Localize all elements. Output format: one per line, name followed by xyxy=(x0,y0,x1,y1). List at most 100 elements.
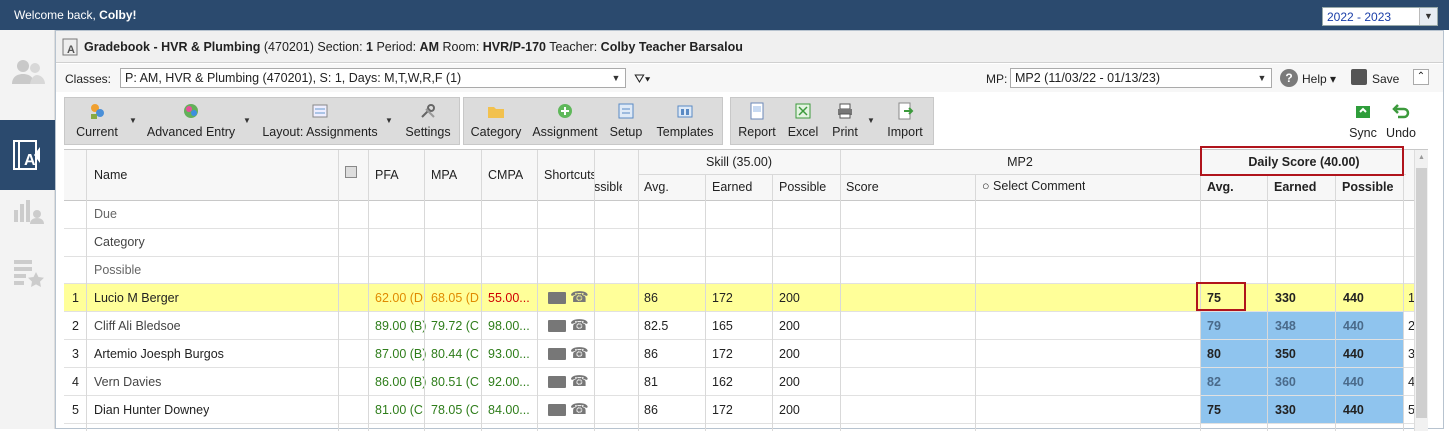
import-button[interactable]: Import xyxy=(881,100,929,144)
contact-card-icon[interactable] xyxy=(548,292,566,304)
col-header-skill-possible[interactable]: Possible xyxy=(779,180,826,194)
chevron-down-icon[interactable]: ▼ xyxy=(1253,69,1271,87)
student-name[interactable]: Cliff Ali Bledsoe xyxy=(94,319,181,333)
phone-icon[interactable]: ☎ xyxy=(570,316,589,334)
daily-possible[interactable]: 440 xyxy=(1336,396,1403,424)
phone-icon[interactable]: ☎ xyxy=(570,288,589,306)
student-name[interactable]: Lucio M Berger xyxy=(94,291,179,305)
welcome-text: Welcome back, Colby! xyxy=(14,8,137,22)
gradebook-panel: A Gradebook - HVR & Plumbing (470201) Se… xyxy=(55,30,1444,431)
users-icon[interactable] xyxy=(10,54,46,90)
contact-card-icon[interactable] xyxy=(548,376,566,388)
col-header-daily-earned[interactable]: Earned xyxy=(1274,180,1316,194)
rubric-star-icon[interactable] xyxy=(10,256,46,292)
contact-card-icon[interactable] xyxy=(548,320,566,332)
daily-avg[interactable]: 80 xyxy=(1200,340,1267,368)
chevron-down-icon[interactable]: ▼ xyxy=(607,69,625,87)
chevron-down-icon[interactable]: ▼ xyxy=(1419,8,1437,25)
advanced-dropdown-icon[interactable]: ▼ xyxy=(243,116,251,125)
category-button[interactable]: Category xyxy=(468,100,524,144)
row-number: 3 xyxy=(72,347,79,361)
cmpa-grade: 84.00... xyxy=(488,403,530,417)
classes-select[interactable]: P: AM, HVR & Plumbing (470201), S: 1, Da… xyxy=(120,68,626,88)
print-button[interactable]: Print xyxy=(827,100,863,144)
meta-row-due: Due xyxy=(94,207,117,221)
row-number: 1 xyxy=(72,291,79,305)
toolbar-group-output: Report Excel Print ▼ Import xyxy=(730,97,934,145)
reports-icon[interactable] xyxy=(10,192,46,228)
daily-possible[interactable]: 440 xyxy=(1336,368,1403,396)
col-header-daily-possible[interactable]: Possible xyxy=(1342,180,1393,194)
assignment-button[interactable]: Assignment xyxy=(532,100,598,144)
contact-card-icon[interactable] xyxy=(548,348,566,360)
vertical-scrollbar[interactable]: ▲ xyxy=(1414,150,1428,431)
daily-earned[interactable]: 330 xyxy=(1268,284,1335,312)
marking-period-select[interactable]: MP2 (11/03/22 - 01/13/23) ▼ xyxy=(1010,68,1272,88)
student-name[interactable]: Vern Davies xyxy=(94,375,161,389)
skill-avg: 86 xyxy=(644,403,658,417)
daily-avg[interactable]: 75 xyxy=(1200,396,1267,424)
assignment-header-mp2[interactable]: MP2 xyxy=(840,155,1200,169)
settings-button[interactable]: Settings xyxy=(401,100,455,144)
row-number: 4 xyxy=(72,375,79,389)
cmpa-grade: 55.00... xyxy=(488,291,530,305)
undo-button[interactable]: Undo xyxy=(1384,101,1418,145)
contact-card-icon[interactable] xyxy=(548,404,566,416)
phone-icon[interactable]: ☎ xyxy=(570,400,589,418)
student-photo-icon[interactable] xyxy=(345,166,357,178)
daily-earned[interactable]: 360 xyxy=(1268,368,1335,396)
col-header-skill-avg[interactable]: Avg. xyxy=(644,180,669,194)
daily-earned[interactable]: 348 xyxy=(1268,312,1335,340)
skill-possible: 200 xyxy=(779,375,800,389)
current-dropdown-icon[interactable]: ▼ xyxy=(129,116,137,125)
school-year-select[interactable]: 2022 - 2023 ▼ xyxy=(1322,7,1438,26)
student-name[interactable]: Artemio Joesph Burgos xyxy=(94,347,224,361)
assignment-header-skill[interactable]: Skill (35.00) xyxy=(638,155,840,169)
col-header-name[interactable]: Name xyxy=(94,168,127,182)
col-header-possible-cut[interactable]: ssible xyxy=(594,180,622,194)
student-row[interactable]: 4 Vern Davies 86.00 (B) 80.51 (C 92.00... 81 1… xyxy=(64,368,1428,396)
phone-icon[interactable]: ☎ xyxy=(570,372,589,390)
daily-avg[interactable]: 79 xyxy=(1200,312,1267,340)
layout-button[interactable]: Layout: Assignments xyxy=(261,100,379,144)
save-button[interactable]: Save xyxy=(1372,72,1399,86)
col-header-cmpa[interactable]: CMPA xyxy=(488,168,523,182)
col-header-skill-earned[interactable]: Earned xyxy=(712,180,752,194)
left-nav: A xyxy=(0,30,55,429)
select-comment-button[interactable]: ○ Select Comment xyxy=(982,179,1085,193)
student-row[interactable]: 5 Dian Hunter Downey 81.00 (C 78.05 (C 84.00… xyxy=(64,396,1428,424)
page-title: Gradebook - HVR & Plumbing (470201) Sect… xyxy=(84,40,743,54)
setup-button[interactable]: Setup xyxy=(606,100,646,144)
templates-button[interactable]: Templates xyxy=(652,100,718,144)
student-row[interactable]: 2 Cliff Ali Bledsoe 89.00 (B) 79.72 (C 98.00… xyxy=(64,312,1428,340)
daily-earned[interactable]: 350 xyxy=(1268,340,1335,368)
toolbar-group-create: Category Assignment Setup Templates xyxy=(463,97,723,145)
sync-button[interactable]: Sync xyxy=(1346,101,1380,145)
filter-icon[interactable]: ⛛▾ xyxy=(634,71,650,87)
skill-avg: 86 xyxy=(644,347,658,361)
excel-button[interactable]: Excel xyxy=(785,100,821,144)
daily-possible[interactable]: 440 xyxy=(1336,340,1403,368)
print-dropdown-icon[interactable]: ▼ xyxy=(867,116,875,125)
col-header-score[interactable]: Score xyxy=(846,180,879,194)
layout-dropdown-icon[interactable]: ▼ xyxy=(385,116,393,125)
phone-icon[interactable]: ☎ xyxy=(570,344,589,362)
daily-possible[interactable]: 440 xyxy=(1336,312,1403,340)
daily-possible[interactable]: 440 xyxy=(1336,284,1403,312)
advanced-entry-button[interactable]: Advanced Entry xyxy=(145,100,237,144)
col-header-pfa[interactable]: PFA xyxy=(375,168,399,182)
row-number: 2 xyxy=(72,319,79,333)
student-name[interactable]: Dian Hunter Downey xyxy=(94,403,209,417)
save-icon[interactable] xyxy=(1351,69,1367,85)
daily-avg[interactable]: 82 xyxy=(1200,368,1267,396)
daily-earned[interactable]: 330 xyxy=(1268,396,1335,424)
col-header-mpa[interactable]: MPA xyxy=(431,168,457,182)
help-menu[interactable]: Help ▾ xyxy=(1302,72,1336,86)
collapse-icon[interactable]: ⌃ xyxy=(1413,69,1429,85)
student-row[interactable]: 3 Artemio Joesph Burgos 87.00 (B) 80.44 (C 9… xyxy=(64,340,1428,368)
report-button[interactable]: Report xyxy=(735,100,779,144)
help-icon[interactable]: ? xyxy=(1280,69,1298,87)
gradebook-icon[interactable]: A xyxy=(10,137,46,173)
col-header-daily-avg[interactable]: Avg. xyxy=(1207,180,1234,194)
current-button[interactable]: Current xyxy=(71,100,123,144)
